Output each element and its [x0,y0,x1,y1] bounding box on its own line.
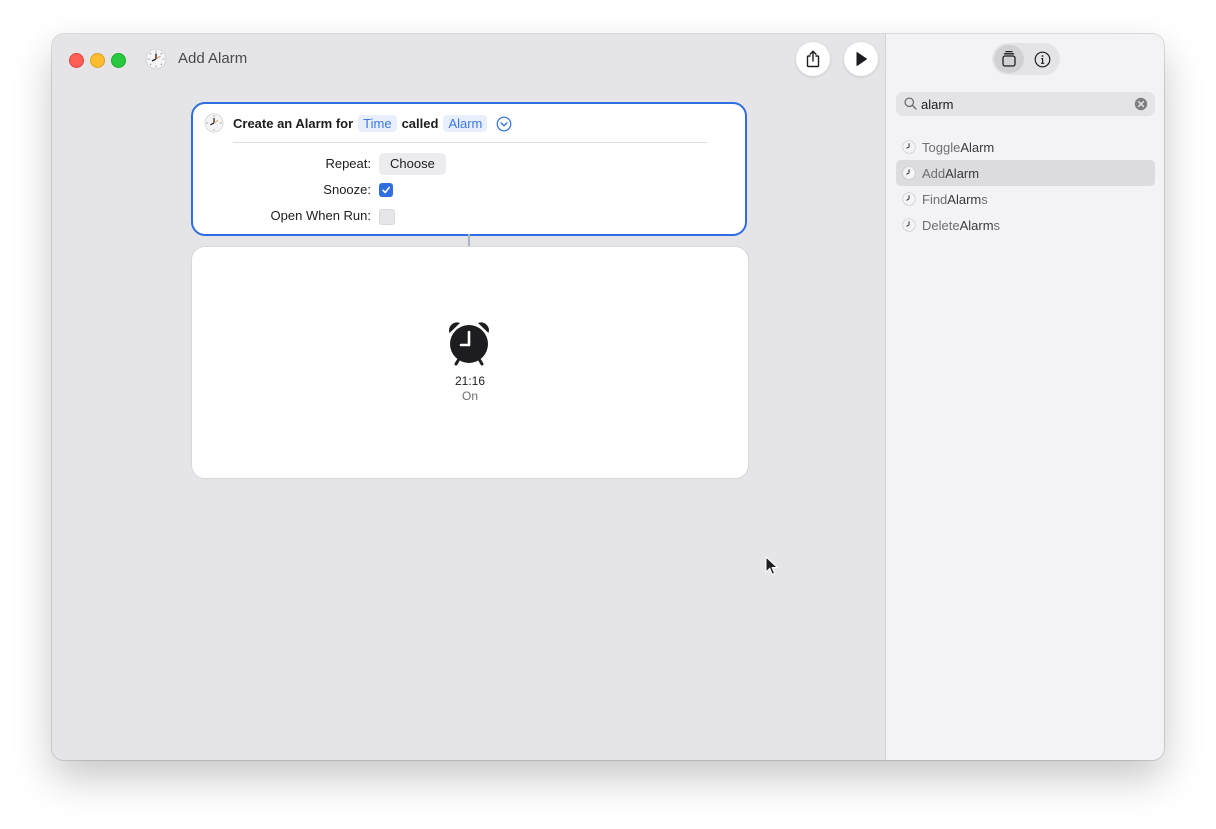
mouse-pointer-icon [765,556,779,575]
info-icon [1034,51,1050,67]
result-label-match: Alarm [945,165,980,181]
alarm-status: On [461,389,478,403]
result-item-toggle-alarm[interactable]: Toggle Alarm [896,134,1155,160]
clock-icon [902,218,916,232]
action-prefix: Create an Alarm for [233,116,354,131]
search-results-list: Toggle Alarm Add Alarm Find Alarm s Dele… [896,134,1155,238]
repeat-label: Repeat: [325,156,371,171]
result-label-match: Alarm [947,191,982,207]
action-search-box [896,92,1155,116]
zoom-window-button[interactable] [111,53,126,68]
app-window: Add Alarm Create an Alarm for Time calle… [52,34,1164,760]
result-label-pre: Toggle [922,139,961,155]
snooze-label: Snooze: [323,182,371,197]
alarm-time: 21:16 [454,374,486,388]
result-label-match: Alarm [959,217,994,233]
add-alarm-action-card[interactable]: Create an Alarm for Time called Alarm Re… [191,102,747,236]
result-label-match: Alarm [960,139,995,155]
open-when-run-checkbox[interactable] [379,209,395,225]
clear-search-icon[interactable] [1134,97,1148,111]
alarm-name-token[interactable]: Alarm [443,115,488,132]
result-item-add-alarm[interactable]: Add Alarm [896,160,1155,186]
library-stack-icon [1002,50,1016,67]
action-library-sidebar: Toggle Alarm Add Alarm Find Alarms [885,34,1164,760]
info-tab[interactable] [1027,45,1057,73]
called-label: called [401,116,439,131]
close-window-button[interactable] [69,53,84,68]
result-item-delete-alarms[interactable]: Delete Alarm s [896,212,1155,238]
result-label-pre: Delete [922,217,960,233]
card-divider [233,142,707,143]
run-button[interactable] [844,42,878,76]
result-label-pre: Add [922,165,946,181]
play-icon [856,52,867,66]
editor-area: Add Alarm Create an Alarm for Time calle… [52,34,885,760]
result-item-find-alarms[interactable]: Find Alarm s [896,186,1155,212]
checkmark-icon [382,186,390,194]
clock-icon [902,166,916,180]
window-title: Add Alarm [178,50,248,67]
snooze-checkbox[interactable] [379,183,393,197]
library-tab[interactable] [994,45,1024,73]
chevron-down-circle-icon[interactable] [496,116,512,132]
alarm-clock-icon [449,322,489,366]
share-button[interactable] [796,42,830,76]
sidebar-segment-control [992,43,1060,75]
search-input[interactable] [921,94,1126,114]
clock-icon [902,192,916,206]
open-when-run-label: Open When Run: [270,208,371,223]
repeat-choose-button[interactable]: Choose [379,153,446,175]
result-label-pre: Find [922,191,948,207]
action-sentence: Create an Alarm for Time called Alarm [233,115,512,132]
clock-app-icon [145,48,167,70]
clock-action-icon [204,113,224,133]
clock-icon [902,140,916,154]
time-token[interactable]: Time [358,115,397,132]
result-label-post: s [981,191,988,207]
search-icon [904,97,917,110]
alarm-result-card: 21:16 On [191,246,779,575]
minimize-window-button[interactable] [90,53,105,68]
flow-connector [468,234,470,246]
share-icon [806,50,820,68]
result-label-post: s [993,217,1001,233]
